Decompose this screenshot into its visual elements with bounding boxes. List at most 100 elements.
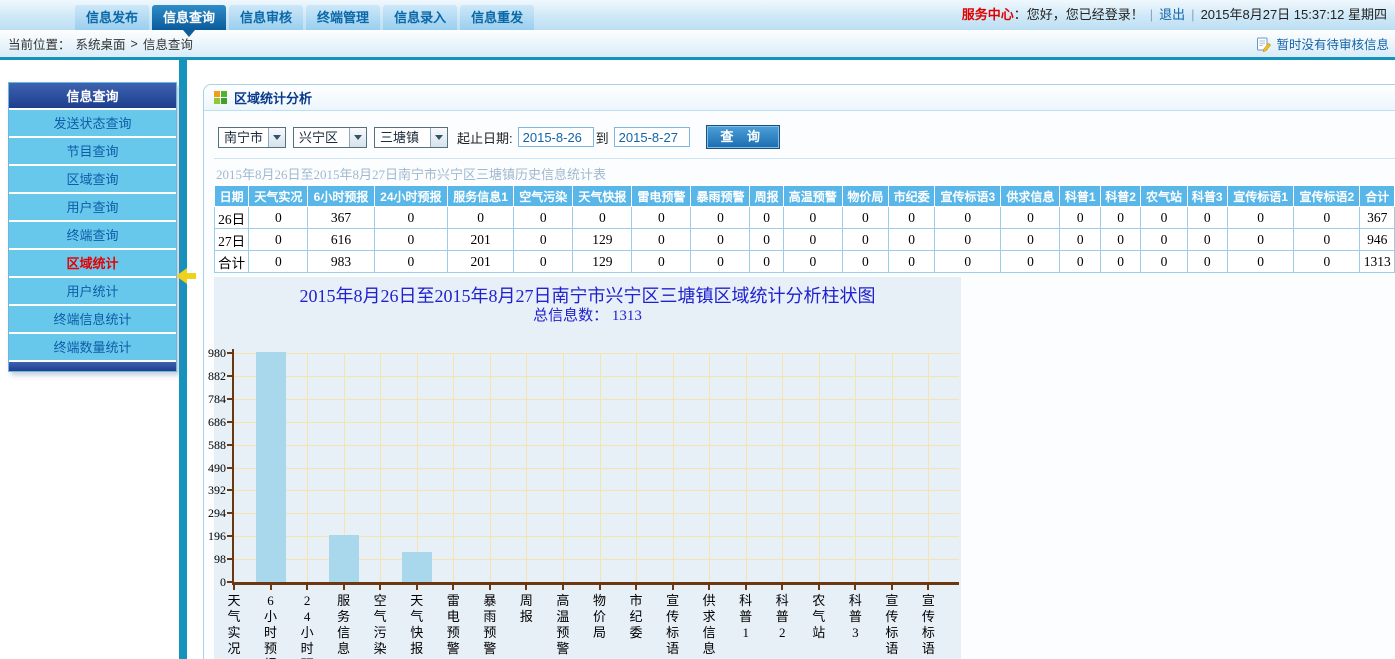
table-cell: 0 bbox=[1060, 251, 1100, 273]
divider-line bbox=[214, 158, 1395, 159]
chevron-down-icon bbox=[349, 128, 366, 147]
nav-tab[interactable]: 信息发布 bbox=[75, 5, 149, 30]
x-axis-label: 天 气 实 况 bbox=[225, 593, 243, 657]
table-cell: 0 bbox=[1141, 251, 1187, 273]
gridline bbox=[563, 353, 564, 582]
gridline bbox=[709, 353, 710, 582]
nav-tab[interactable]: 终端管理 bbox=[306, 5, 380, 30]
x-axis-tick bbox=[745, 585, 747, 590]
gridline bbox=[673, 353, 674, 582]
table-cell: 0 bbox=[249, 229, 308, 251]
city-select-value: 南宁市 bbox=[219, 128, 268, 147]
chart-bar bbox=[256, 352, 286, 582]
table-cell: 0 bbox=[632, 229, 691, 251]
table-header-cell: 宣传标语3 bbox=[935, 186, 1001, 207]
x-axis-tick bbox=[562, 585, 564, 590]
sidebar-item[interactable]: 用户统计 bbox=[9, 278, 176, 306]
table-cell: 0 bbox=[1001, 251, 1060, 273]
table-header-cell: 6小时预报 bbox=[308, 186, 374, 207]
pending-review-notice[interactable]: 暂时没有待审核信息 bbox=[1255, 34, 1389, 53]
table-header-cell: 雷电预警 bbox=[632, 186, 691, 207]
table-header-cell: 高温预警 bbox=[783, 186, 842, 207]
table-cell: 0 bbox=[691, 229, 750, 251]
chart-bar bbox=[402, 552, 432, 582]
y-axis-label: 98 bbox=[190, 552, 226, 567]
pending-review-text: 暂时没有待审核信息 bbox=[1276, 34, 1389, 53]
x-axis-label: 科 普 2 bbox=[773, 593, 791, 641]
main-panel: 区域统计分析 南宁市 兴宁区 三塘镇 起止日期: 到 查 询 2015年8月26… bbox=[203, 84, 1395, 659]
x-axis-label: 宣 传 标 语 2 bbox=[919, 593, 937, 659]
table-header-cell: 24小时预报 bbox=[374, 186, 447, 207]
table-header-cell: 周报 bbox=[750, 186, 783, 207]
date-from-input[interactable] bbox=[518, 127, 594, 147]
table-header-cell: 日期 bbox=[215, 186, 249, 207]
sidebar-item[interactable]: 终端数量统计 bbox=[9, 334, 176, 362]
to-label: 到 bbox=[596, 128, 609, 147]
town-select[interactable]: 三塘镇 bbox=[374, 127, 448, 148]
sidebar-item[interactable]: 区域统计 bbox=[9, 250, 176, 278]
table-cell: 0 bbox=[750, 207, 783, 229]
sidebar-item[interactable]: 发送状态查询 bbox=[9, 110, 176, 138]
chevron-down-icon bbox=[430, 128, 447, 147]
x-axis-label: 宣 传 标 语 1 bbox=[883, 593, 901, 659]
x-axis-label: 天 气 快 报 bbox=[408, 593, 426, 657]
table-header-cell: 市纪委 bbox=[889, 186, 935, 207]
sidebar-item[interactable]: 终端信息统计 bbox=[9, 306, 176, 334]
x-axis-tick bbox=[708, 585, 710, 590]
table-row: 26日0367000000000000000000367 bbox=[215, 207, 1395, 229]
y-axis-label: 490 bbox=[190, 461, 226, 476]
table-cell: 367 bbox=[1360, 207, 1395, 229]
sidebar-item[interactable]: 用户查询 bbox=[9, 194, 176, 222]
gridline bbox=[307, 353, 308, 582]
y-axis-label: 196 bbox=[190, 529, 226, 544]
table-cell: 946 bbox=[1360, 229, 1395, 251]
table-cell: 0 bbox=[1001, 207, 1060, 229]
gridline bbox=[892, 353, 893, 582]
nav-tab[interactable]: 信息查询 bbox=[152, 5, 226, 30]
service-center-label: 服务中心 bbox=[962, 7, 1014, 22]
nav-tab[interactable]: 信息审核 bbox=[229, 5, 303, 30]
sidebar-menu: 信息查询 发送状态查询节目查询区域查询用户查询终端查询区域统计用户统计终端信息统… bbox=[8, 82, 177, 372]
table-header-cell: 空气污染 bbox=[514, 186, 573, 207]
x-axis-tick bbox=[781, 585, 783, 590]
top-nav-bar: 信息发布信息查询信息审核终端管理信息录入信息重发 服务中心：您好，您已经登录！|… bbox=[0, 0, 1395, 30]
table-header-cell: 宣传标语1 bbox=[1228, 186, 1294, 207]
filter-row: 南宁市 兴宁区 三塘镇 起止日期: 到 查 询 bbox=[218, 125, 1395, 149]
table-cell: 0 bbox=[249, 251, 308, 273]
query-button[interactable]: 查 询 bbox=[706, 125, 780, 149]
date-to-input[interactable] bbox=[614, 127, 690, 147]
district-select[interactable]: 兴宁区 bbox=[293, 127, 367, 148]
table-cell: 0 bbox=[632, 207, 691, 229]
logout-link[interactable]: 退出 bbox=[1159, 7, 1185, 22]
x-axis-tick bbox=[927, 585, 929, 590]
sidebar-item[interactable]: 节目查询 bbox=[9, 138, 176, 166]
nav-tab[interactable]: 信息录入 bbox=[383, 5, 457, 30]
table-cell: 129 bbox=[573, 251, 632, 273]
x-axis-tick bbox=[635, 585, 637, 590]
x-axis-label: 农 气 站 bbox=[810, 593, 828, 641]
sidebar-items: 发送状态查询节目查询区域查询用户查询终端查询区域统计用户统计终端信息统计终端数量… bbox=[9, 110, 176, 362]
breadcrumb-label: 当前位置： bbox=[8, 34, 71, 53]
x-axis-label: 物 价 局 bbox=[591, 593, 609, 641]
table-cell: 0 bbox=[691, 207, 750, 229]
sidebar-collapse-arrow-icon[interactable] bbox=[176, 268, 198, 284]
gridline bbox=[600, 353, 601, 582]
sidebar-item[interactable]: 终端查询 bbox=[9, 222, 176, 250]
separator: | bbox=[1191, 7, 1194, 22]
y-axis-label: 0 bbox=[190, 575, 226, 590]
town-select-value: 三塘镇 bbox=[375, 128, 430, 147]
table-header-cell: 暴雨预警 bbox=[691, 186, 750, 207]
sidebar-splitter[interactable] bbox=[179, 59, 187, 659]
nav-tab[interactable]: 信息重发 bbox=[460, 5, 534, 30]
table-cell: 0 bbox=[1100, 251, 1140, 273]
page-title: 区域统计分析 bbox=[234, 88, 312, 107]
x-axis-tick bbox=[416, 585, 418, 590]
y-axis-label: 392 bbox=[190, 483, 226, 498]
sidebar-item[interactable]: 区域查询 bbox=[9, 166, 176, 194]
table-header-cell: 科普3 bbox=[1187, 186, 1227, 207]
table-cell: 0 bbox=[1060, 229, 1100, 251]
table-cell: 616 bbox=[308, 229, 374, 251]
breadcrumb-home[interactable]: 系统桌面 bbox=[76, 34, 126, 53]
city-select[interactable]: 南宁市 bbox=[218, 127, 286, 148]
table-row: 合计098302010129000000000000001313 bbox=[215, 251, 1395, 273]
